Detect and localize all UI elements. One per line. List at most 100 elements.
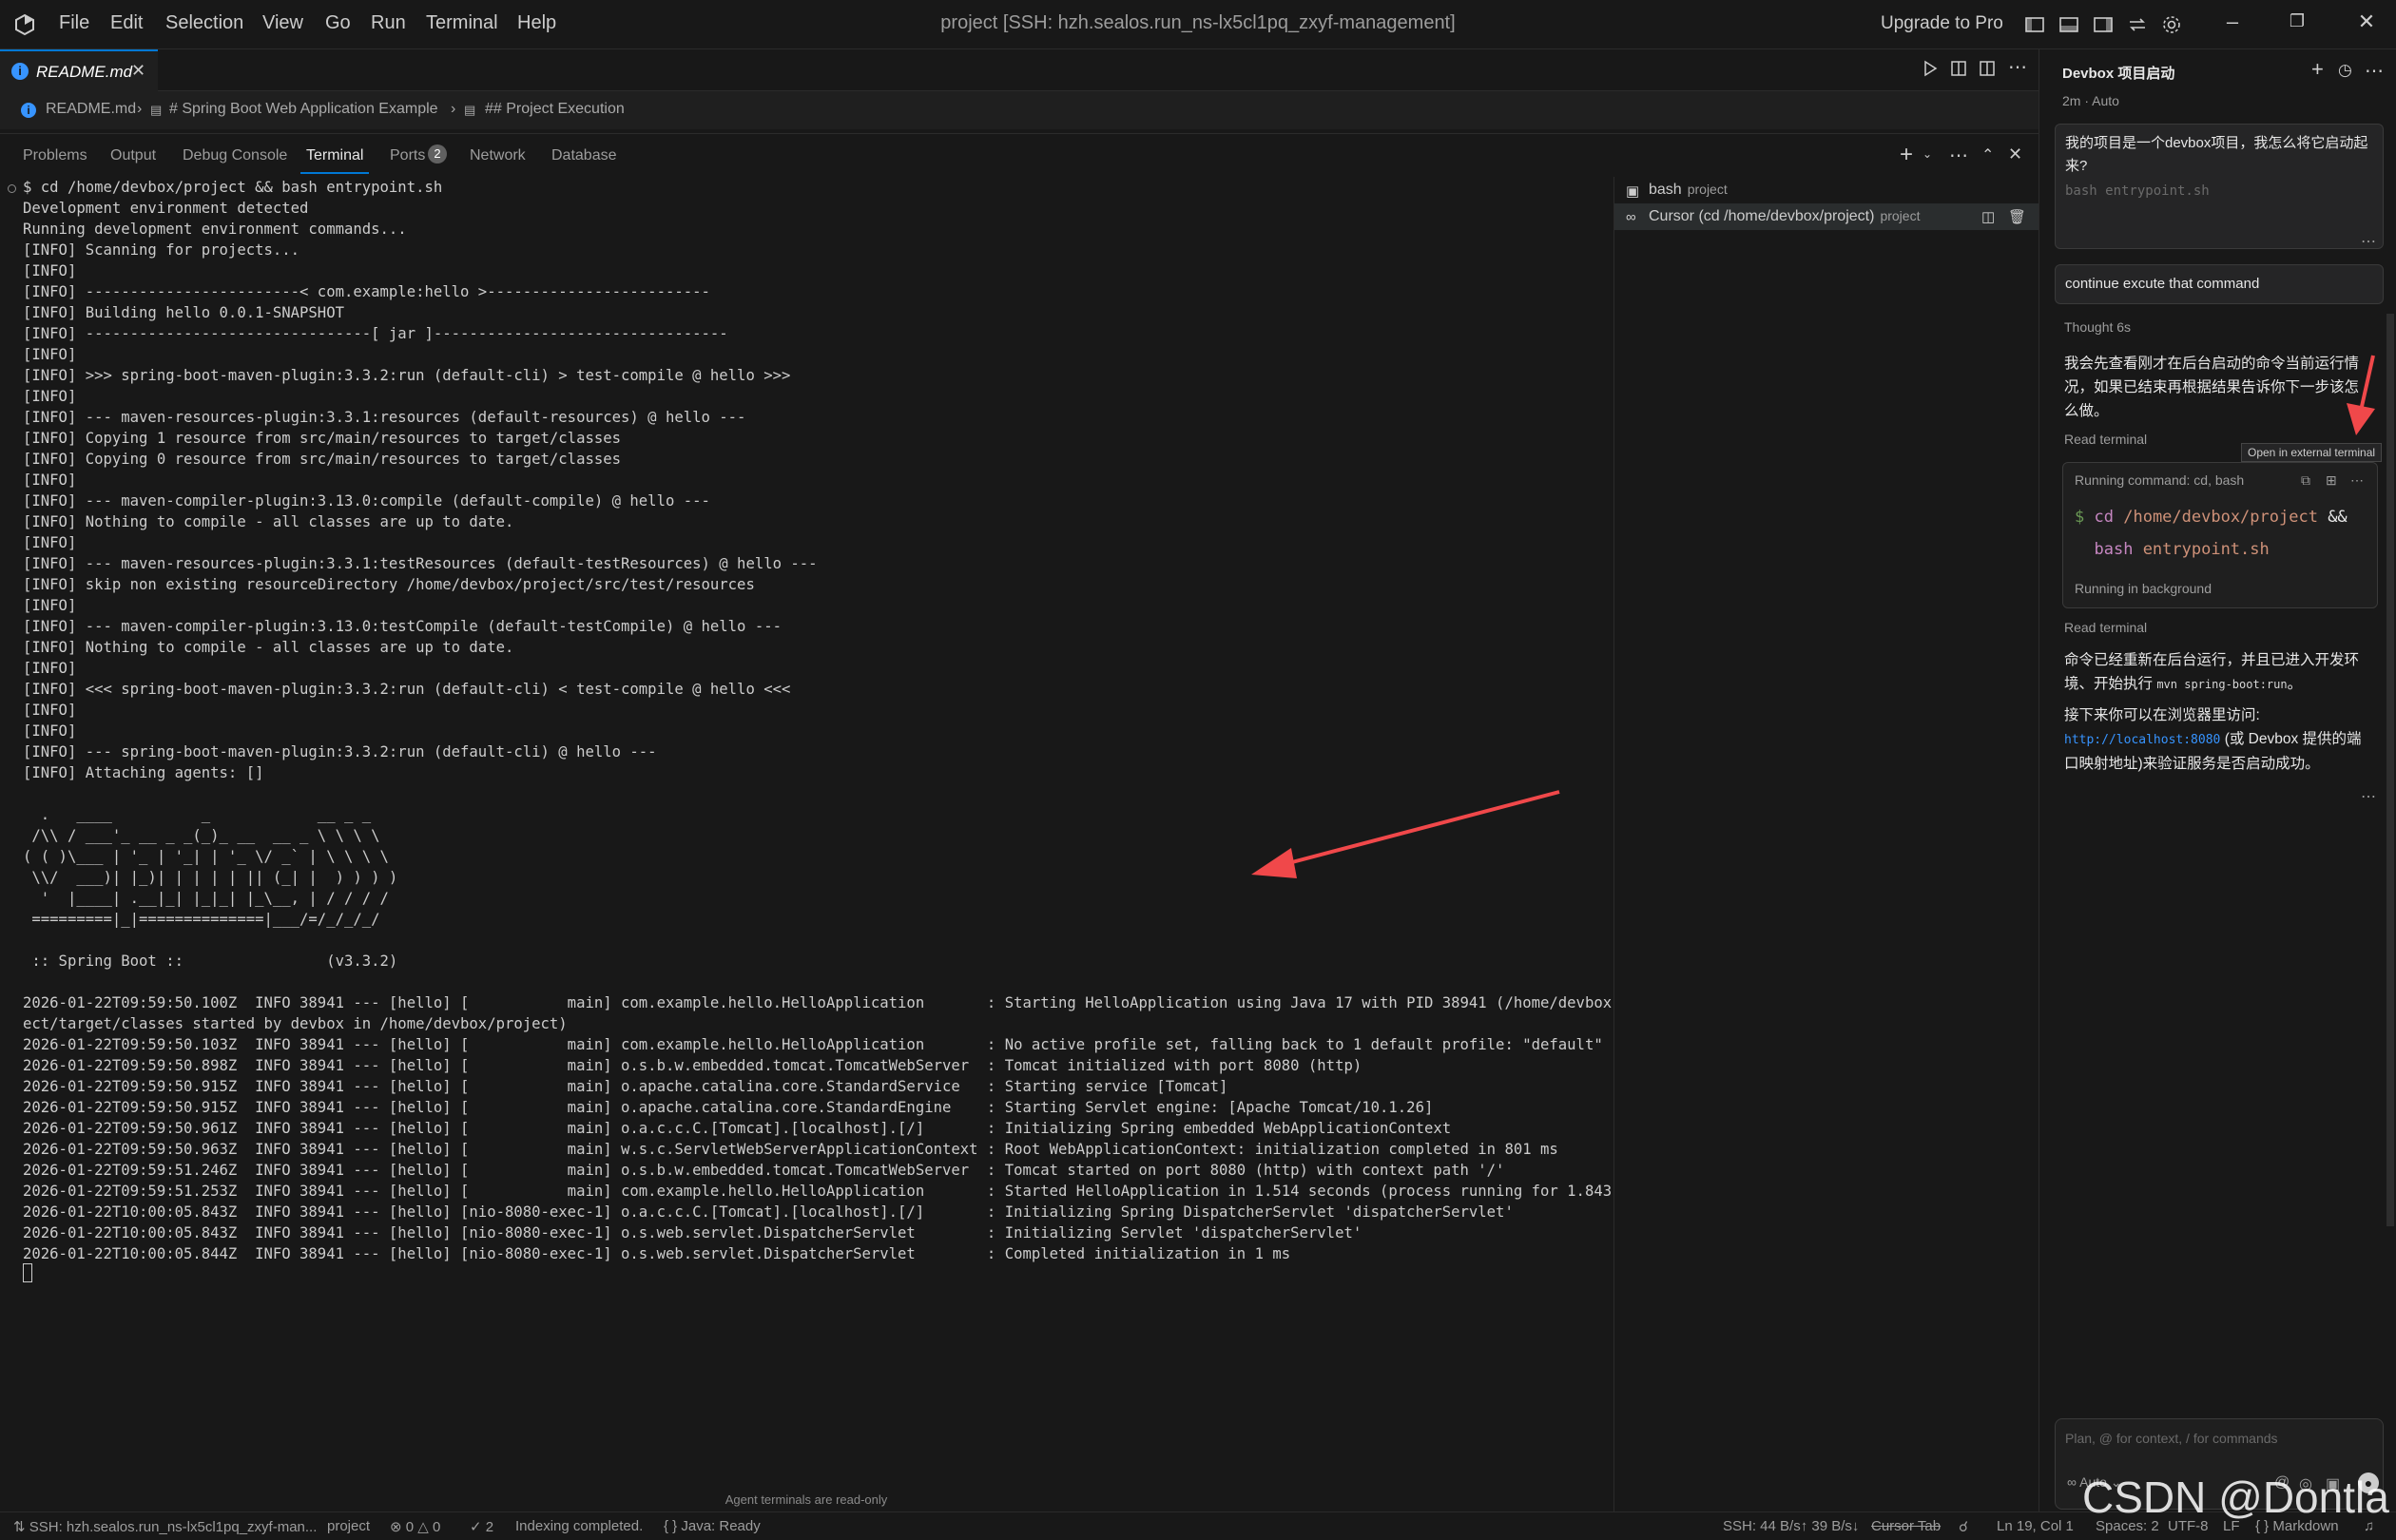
- restore-button[interactable]: ❐: [2283, 11, 2311, 40]
- cursor-tab-status[interactable]: Cursor Tab: [1871, 1518, 1941, 1534]
- customize-layout-icon[interactable]: [2126, 13, 2149, 36]
- history-icon[interactable]: ◷: [2338, 61, 2352, 80]
- more-actions-icon[interactable]: ⋯: [2008, 55, 2027, 79]
- minimize-button[interactable]: –: [2218, 10, 2247, 38]
- more-actions-icon[interactable]: ⋯: [2361, 787, 2376, 806]
- title-bar: File Edit Selection View Go Run Terminal…: [0, 0, 2396, 49]
- heading-symbol-icon: ▤: [464, 103, 476, 117]
- remote-indicator[interactable]: ⇅ SSH: hzh.sealos.run_ns-lx5cl1pq_zxyf-m…: [13, 1518, 317, 1535]
- scrollbar[interactable]: [2386, 314, 2394, 1226]
- status-folder[interactable]: project: [327, 1518, 370, 1534]
- toggle-panel-icon[interactable]: [2058, 13, 2080, 36]
- terminal-name: bash: [1649, 182, 1682, 198]
- menu-file[interactable]: File: [59, 12, 89, 34]
- readonly-note: Agent terminals are read-only: [725, 1492, 888, 1507]
- run-icon[interactable]: [1921, 59, 1940, 78]
- faded-text: bash entrypoint.sh: [2065, 183, 2210, 199]
- box-icon: ▣: [1626, 183, 1640, 200]
- thought-label[interactable]: Thought 6s: [2064, 319, 2131, 335]
- assistant-reply: 我会先查看刚才在后台启动的命令当前运行情况，如果已结束再根据结果告诉你下一步该怎…: [2064, 356, 2360, 419]
- tab-database[interactable]: Database: [551, 147, 617, 164]
- copy-icon[interactable]: ⧉: [2301, 472, 2310, 489]
- terminal-cursor: [23, 1263, 32, 1282]
- menu-edit[interactable]: Edit: [110, 12, 143, 34]
- more-actions-icon[interactable]: ⋯: [2361, 232, 2376, 251]
- close-tab-icon[interactable]: ✕: [131, 61, 145, 81]
- terminal-name: Cursor (cd /home/devbox/project): [1649, 208, 1875, 224]
- menu-selection[interactable]: Selection: [165, 12, 243, 34]
- chat-meta: 2m · Auto: [2062, 93, 2119, 108]
- assistant-reply: 命令已经重新在后台运行，并且已进入开发环境、开始执行 mvn spring-bo…: [2064, 652, 2360, 692]
- toggle-secondary-sidebar-icon[interactable]: [2092, 13, 2115, 36]
- split-terminal-icon[interactable]: ◫: [1981, 208, 1995, 225]
- tab-ports[interactable]: Ports: [390, 147, 425, 164]
- tab-terminal[interactable]: Terminal: [306, 147, 363, 164]
- terminal-entry-cursor[interactable]: ∞ Cursor (cd /home/devbox/project) projec…: [1614, 203, 2039, 230]
- close-window-button[interactable]: ✕: [2352, 10, 2381, 38]
- cursor-position[interactable]: Ln 19, Col 1: [1997, 1518, 2074, 1534]
- new-terminal-icon[interactable]: +: [1900, 142, 1913, 168]
- tab-output[interactable]: Output: [110, 147, 156, 164]
- assistant-reply: 接下来你可以在浏览器里访问: http://localhost:8080 (或 …: [2064, 707, 2362, 772]
- close-panel-icon[interactable]: ✕: [2008, 144, 2022, 164]
- trash-icon[interactable]: 🗑: [2008, 208, 2026, 225]
- terminal-text: $ cd /home/devbox/project && bash entryp…: [23, 179, 1613, 1262]
- menu-terminal[interactable]: Terminal: [426, 12, 498, 34]
- command-card[interactable]: Running command: cd, bash ⧉ ⊞ ⋯ $ cd /ho…: [2062, 462, 2378, 608]
- problems-indicator[interactable]: ⊗ 0 △ 0: [390, 1518, 440, 1535]
- chat-input[interactable]: [2065, 1431, 2369, 1446]
- infinity-icon: ∞: [1626, 209, 1636, 225]
- chat-title: Devbox 项目启动: [2062, 66, 2175, 82]
- user-message-text: continue excute that command: [2065, 276, 2260, 292]
- menu-help[interactable]: Help: [517, 12, 556, 34]
- agent-chat-panel: Devbox 项目启动 + ◷ ⋯ 2m · Auto 我的项目是一个devbo…: [2039, 49, 2396, 1511]
- open-external-terminal-icon[interactable]: ⊞: [2326, 472, 2337, 489]
- chevron-down-icon[interactable]: ⌄: [1923, 147, 1932, 161]
- info-icon: i: [11, 63, 29, 80]
- info-icon: i: [21, 103, 36, 118]
- ssh-traffic[interactable]: SSH: 44 B/s↑ 39 B/s↓: [1723, 1518, 1859, 1534]
- localhost-link[interactable]: http://localhost:8080: [2064, 733, 2220, 747]
- terminal-entry-bash[interactable]: ▣ bash project: [1614, 177, 2039, 203]
- more-actions-icon[interactable]: ⋯: [2350, 472, 2364, 489]
- menu-view[interactable]: View: [262, 12, 303, 34]
- command-status: Running in background: [2075, 581, 2212, 596]
- command-card-header: Running command: cd, bash: [2075, 472, 2245, 488]
- upgrade-button[interactable]: Upgrade to Pro: [1881, 13, 2003, 34]
- terminal-output[interactable]: $ cd /home/devbox/project && bash entryp…: [0, 177, 1613, 1511]
- gear-icon[interactable]: [2160, 13, 2183, 36]
- more-actions-icon[interactable]: ⋯: [2365, 59, 2384, 83]
- breadcrumb-heading-2[interactable]: ## Project Execution: [485, 101, 625, 118]
- ports-indicator[interactable]: ✓ 2: [470, 1518, 493, 1535]
- toggle-primary-sidebar-icon[interactable]: [2023, 13, 2046, 36]
- editor-tab-row: i README.md ✕ ⋯: [0, 49, 2039, 91]
- user-message[interactable]: continue excute that command: [2055, 264, 2384, 304]
- menu-go[interactable]: Go: [325, 12, 351, 34]
- java-status[interactable]: { } Java: Ready: [664, 1518, 761, 1534]
- menu-run[interactable]: Run: [371, 12, 406, 34]
- tab-problems[interactable]: Problems: [23, 147, 87, 164]
- new-chat-icon[interactable]: +: [2311, 57, 2324, 82]
- more-actions-icon[interactable]: ⋯: [1949, 144, 1968, 167]
- active-tab-indicator: [300, 172, 369, 174]
- open-preview-icon[interactable]: [1949, 59, 1968, 78]
- terminal-project: project: [1687, 182, 1728, 197]
- breadcrumb-file[interactable]: README.md: [46, 101, 136, 118]
- command-status-icon: [8, 184, 16, 193]
- maximize-panel-icon[interactable]: ⌃: [1981, 145, 1994, 164]
- user-message-text: 我的项目是一个devbox项目，我怎么将它启动起来?: [2065, 135, 2368, 174]
- tab-network[interactable]: Network: [470, 147, 526, 164]
- split-editor-icon[interactable]: [1978, 59, 1997, 78]
- breadcrumb-heading-1[interactable]: # Spring Boot Web Application Example: [169, 101, 438, 118]
- read-terminal-label[interactable]: Read terminal: [2064, 432, 2147, 447]
- status-bar: ⇅ SSH: hzh.sealos.run_ns-lx5cl1pq_zxyf-m…: [0, 1511, 2396, 1540]
- tooltip: Open in external terminal: [2241, 443, 2383, 462]
- tab-debug-console[interactable]: Debug Console: [183, 147, 287, 164]
- zoom-icon[interactable]: ☌: [1959, 1518, 1968, 1535]
- command-code: $ cd /home/devbox/project && bash entryp…: [2075, 508, 2348, 559]
- indexing-status[interactable]: Indexing completed.: [515, 1518, 643, 1534]
- ports-count-badge: 2: [428, 144, 447, 164]
- user-message[interactable]: 我的项目是一个devbox项目，我怎么将它启动起来? bash entrypoi…: [2055, 124, 2384, 249]
- tab-readme[interactable]: i README.md ✕: [0, 49, 158, 91]
- read-terminal-label[interactable]: Read terminal: [2064, 620, 2147, 635]
